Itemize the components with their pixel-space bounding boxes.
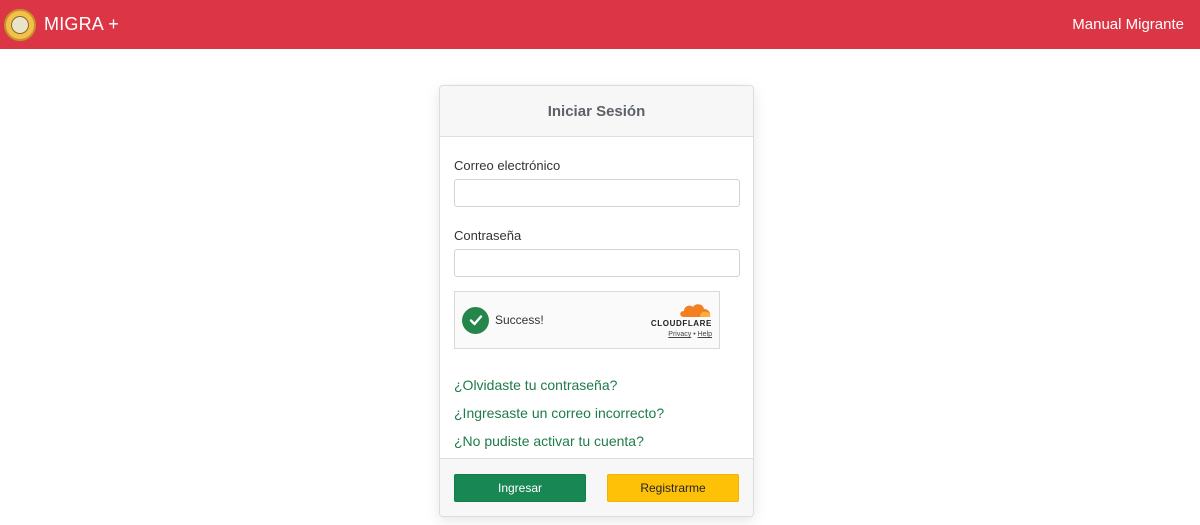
cloudflare-wordmark: CLOUDFLARE: [650, 319, 712, 328]
seal-logo-icon: [4, 8, 36, 41]
password-label: Contraseña: [454, 228, 522, 243]
captcha-help-link[interactable]: Help: [698, 331, 712, 338]
wrong-email-link[interactable]: ¿Ingresaste un correo incorrecto?: [454, 399, 739, 427]
captcha-footer-links: Privacy • Help: [668, 331, 712, 338]
manual-migrante-link[interactable]: Manual Migrante: [1072, 16, 1184, 33]
help-links: ¿Olvidaste tu contraseña? ¿Ingresaste un…: [454, 371, 739, 455]
brand-link[interactable]: MIGRA +: [4, 8, 119, 41]
activation-help-link[interactable]: ¿No pudiste activar tu cuenta?: [454, 427, 739, 455]
password-field[interactable]: [454, 249, 740, 277]
login-button[interactable]: Ingresar: [454, 473, 586, 502]
login-card-footer: Ingresar Registrarme: [440, 458, 753, 516]
login-form: Correo electrónico Contraseña Success! C…: [440, 158, 753, 455]
login-title: Iniciar Sesión: [547, 102, 646, 120]
forgot-password-link[interactable]: ¿Olvidaste tu contraseña?: [454, 371, 739, 399]
email-label: Correo electrónico: [454, 158, 561, 173]
captcha-privacy-link[interactable]: Privacy: [668, 331, 691, 338]
brand-title: MIGRA +: [44, 14, 119, 34]
captcha-link-separator: •: [693, 331, 696, 338]
top-navbar: MIGRA + Manual Migrante: [0, 0, 1200, 49]
captcha-status: Success!: [495, 313, 544, 327]
cloudflare-cloud-icon: [678, 302, 712, 318]
email-field[interactable]: [454, 179, 740, 207]
login-card-header: Iniciar Sesión: [440, 86, 753, 137]
success-check-icon: [462, 306, 489, 334]
login-card: Iniciar Sesión Correo electrónico Contra…: [439, 85, 754, 517]
cloudflare-branding: CLOUDFLARE Privacy • Help: [651, 302, 712, 338]
register-button[interactable]: Registrarme: [607, 473, 739, 502]
cloudflare-captcha-widget[interactable]: Success! CLOUDFLARE Privacy • Help: [454, 291, 720, 349]
